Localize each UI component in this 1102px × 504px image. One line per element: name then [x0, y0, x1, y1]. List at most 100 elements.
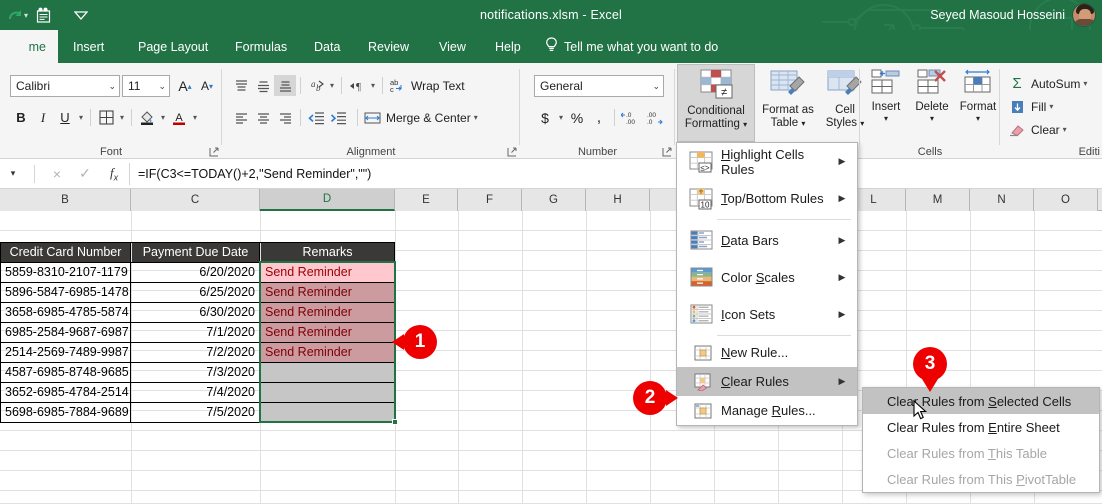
- table-cell-due[interactable]: 7/4/2020: [132, 382, 259, 402]
- autosum-dropdown-caret[interactable]: ▾: [1080, 79, 1090, 88]
- tab-data[interactable]: Data: [305, 30, 349, 63]
- table-cell-card[interactable]: 6985-2584-9687-6987: [1, 322, 130, 342]
- accounting-format-icon[interactable]: $: [534, 107, 556, 128]
- avatar[interactable]: [1072, 3, 1096, 27]
- text-direction-icon[interactable]: ¶: [346, 75, 368, 96]
- tab-review[interactable]: Review: [359, 30, 418, 63]
- menu-item-data-bars[interactable]: Data Bars ▶: [677, 222, 857, 259]
- decrease-decimal-icon[interactable]: .00.0: [643, 107, 667, 128]
- number-dialog-launcher[interactable]: [662, 147, 672, 157]
- table-cell-card[interactable]: 5859-8310-2107-1179: [1, 262, 130, 282]
- menu-item-icon-sets[interactable]: Icon Sets ▶: [677, 296, 857, 333]
- merge-center-label[interactable]: Merge & Center: [386, 111, 471, 125]
- account-area[interactable]: Seyed Masoud Hosseini: [930, 0, 1096, 30]
- fill-handle[interactable]: [392, 419, 398, 425]
- column-header-N[interactable]: N: [970, 189, 1034, 211]
- table-cell-due[interactable]: 7/2/2020: [132, 342, 259, 362]
- fill-label[interactable]: Fill: [1031, 100, 1046, 114]
- table-cell-card[interactable]: 5896-5847-6985-1478: [1, 282, 130, 302]
- column-header-H[interactable]: H: [586, 189, 650, 211]
- menu-item-top-bottom-rules[interactable]: 10 Top/Bottom Rules ▶: [677, 180, 857, 217]
- table-cell-remark[interactable]: [261, 362, 394, 382]
- number-format-combo[interactable]: General ⌄: [534, 75, 664, 97]
- tab-insert[interactable]: Insert: [64, 30, 113, 63]
- table-cell-card[interactable]: 2514-2569-7489-9987: [1, 342, 130, 362]
- format-cells-button[interactable]: Format ▾: [956, 69, 1000, 124]
- column-header-B[interactable]: B: [0, 189, 131, 211]
- font-size-combo[interactable]: 11 ⌄: [122, 75, 170, 97]
- table-cell-remark[interactable]: Send Reminder: [261, 302, 394, 322]
- menu-item-highlight-cells-rules[interactable]: ≤> Highlight Cells Rules ▶: [677, 143, 857, 180]
- text-direction-dropdown-caret[interactable]: ▾: [368, 81, 378, 90]
- delete-cells-button[interactable]: Delete ▾: [910, 69, 954, 124]
- comma-format-icon[interactable]: ,: [588, 107, 610, 128]
- column-header-F[interactable]: F: [458, 189, 522, 211]
- column-header-C[interactable]: C: [131, 189, 260, 211]
- tab-view[interactable]: View: [430, 30, 475, 63]
- borders-icon[interactable]: [95, 107, 117, 128]
- tell-me-box[interactable]: Tell me what you want to do: [536, 30, 727, 63]
- table-cell-card[interactable]: 3652-6985-4784-2514: [1, 382, 130, 402]
- italic-button[interactable]: I: [32, 107, 54, 128]
- alignment-dialog-launcher[interactable]: [507, 147, 517, 157]
- increase-decimal-icon[interactable]: .0.00: [619, 107, 643, 128]
- font-dialog-launcher[interactable]: [209, 147, 219, 157]
- middle-align-icon[interactable]: [252, 75, 274, 96]
- merge-center-icon[interactable]: [362, 107, 382, 128]
- menu-item-clear-rules[interactable]: Clear Rules ▶: [677, 367, 857, 396]
- orientation-icon[interactable]: ab: [305, 75, 327, 96]
- tab-help[interactable]: Help: [486, 30, 530, 63]
- menu-item-color-scales[interactable]: Color Scales ▶: [677, 259, 857, 296]
- top-align-icon[interactable]: [230, 75, 252, 96]
- fill-icon[interactable]: [1006, 96, 1028, 117]
- wrap-text-label[interactable]: Wrap Text: [411, 79, 465, 93]
- tab-page-layout[interactable]: Page Layout: [129, 30, 217, 63]
- formula-input[interactable]: =IF(C3<=TODAY()+2,"Send Reminder",""): [129, 162, 1102, 185]
- align-left-icon[interactable]: [230, 107, 252, 128]
- table-cell-remark[interactable]: [261, 402, 394, 422]
- table-cell-due[interactable]: 7/1/2020: [132, 322, 259, 342]
- table-cell-due[interactable]: 7/5/2020: [132, 402, 259, 422]
- percent-format-icon[interactable]: %: [566, 107, 588, 128]
- submenu-item-clear-entire-sheet[interactable]: Clear Rules from Entire Sheet: [863, 414, 1099, 440]
- table-cell-remark[interactable]: Send Reminder: [261, 262, 394, 282]
- name-box-dropdown-caret[interactable]: ▾: [0, 168, 26, 179]
- underline-dropdown-caret[interactable]: ▾: [76, 113, 86, 122]
- font-name-combo[interactable]: Calibri ⌄: [10, 75, 120, 97]
- table-cell-remark[interactable]: [261, 382, 394, 402]
- fill-color-dropdown-caret[interactable]: ▾: [158, 113, 168, 122]
- center-align-icon[interactable]: [252, 107, 274, 128]
- merge-center-dropdown-caret[interactable]: ▾: [471, 113, 481, 122]
- clear-dropdown-caret[interactable]: ▾: [1060, 125, 1070, 134]
- tab-formulas[interactable]: Formulas: [226, 30, 296, 63]
- table-cell-card[interactable]: 3658-6985-4785-5874: [1, 302, 130, 322]
- column-header-E[interactable]: E: [395, 189, 458, 211]
- autosum-icon[interactable]: Σ: [1006, 73, 1028, 94]
- tab-home[interactable]: me: [0, 30, 58, 63]
- align-right-icon[interactable]: [274, 107, 296, 128]
- insert-function-icon[interactable]: fx: [99, 165, 129, 183]
- insert-cells-button[interactable]: Insert ▾: [864, 69, 908, 124]
- orientation-dropdown-caret[interactable]: ▾: [327, 81, 337, 90]
- clear-label[interactable]: Clear: [1031, 123, 1060, 137]
- column-header-O[interactable]: O: [1034, 189, 1098, 211]
- format-as-table-button[interactable]: Format as Table ▾: [759, 64, 817, 131]
- bottom-align-icon[interactable]: [274, 75, 296, 96]
- fill-color-icon[interactable]: [136, 107, 158, 128]
- menu-item-manage-rules[interactable]: Manage Rules...: [677, 396, 857, 425]
- table-cell-due[interactable]: 7/3/2020: [132, 362, 259, 382]
- accounting-dropdown-caret[interactable]: ▾: [556, 113, 566, 122]
- column-header-M[interactable]: M: [906, 189, 970, 211]
- bold-button[interactable]: B: [10, 107, 32, 128]
- shrink-font-button[interactable]: A ▾: [196, 75, 218, 97]
- table-cell-remark[interactable]: Send Reminder: [261, 282, 394, 302]
- wrap-text-icon[interactable]: ab c: [387, 75, 407, 96]
- increase-indent-icon[interactable]: [327, 107, 349, 128]
- borders-dropdown-caret[interactable]: ▾: [117, 113, 127, 122]
- underline-button[interactable]: U: [54, 107, 76, 128]
- table-cell-due[interactable]: 6/30/2020: [132, 302, 259, 322]
- table-cell-remark[interactable]: Send Reminder: [261, 342, 394, 362]
- table-cell-due[interactable]: 6/25/2020: [132, 282, 259, 302]
- table-cell-card[interactable]: 5698-6985-7884-9689: [1, 402, 130, 422]
- clear-icon[interactable]: [1006, 119, 1028, 140]
